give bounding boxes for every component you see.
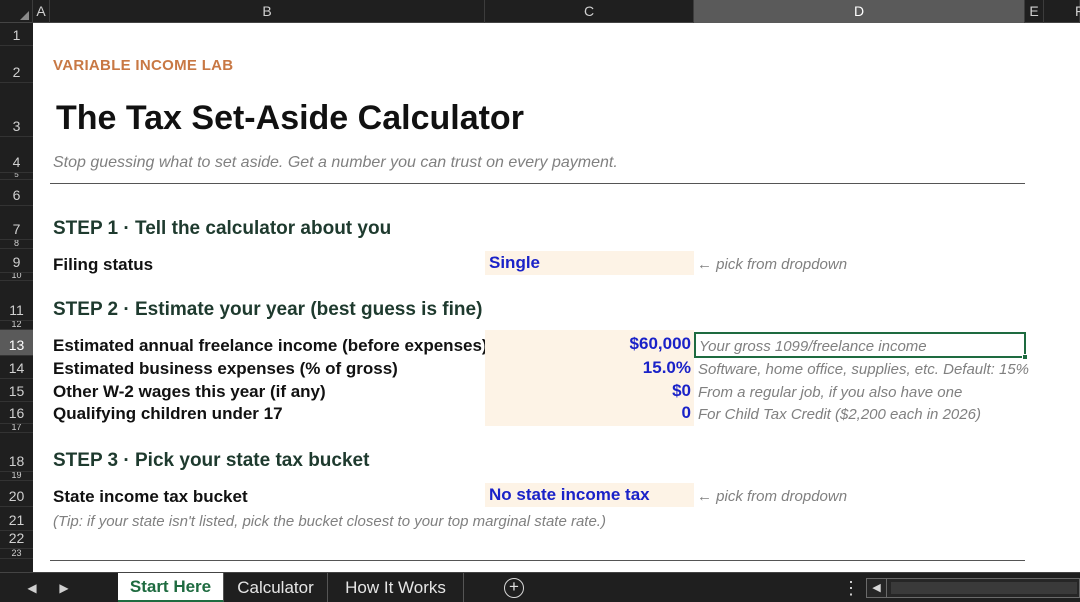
freelance-income-label: Estimated annual freelance income (befor…	[53, 336, 485, 355]
row-header-selected[interactable]: 13	[0, 330, 33, 356]
step1-heading: STEP 1 · Tell the calculator about you	[53, 218, 392, 239]
column-header-b[interactable]: B	[50, 0, 485, 23]
fill-handle[interactable]	[1022, 354, 1028, 360]
row-header[interactable]: 6	[0, 180, 33, 206]
page-subtitle: Stop guessing what to set aside. Get a n…	[53, 154, 618, 171]
row-header[interactable]: 8	[0, 240, 33, 249]
brand-label: VARIABLE INCOME LAB	[53, 57, 234, 74]
column-header-c[interactable]: C	[485, 0, 694, 23]
row-header[interactable]: 9	[0, 249, 33, 273]
step3-heading: STEP 3 · Pick your state tax bucket	[53, 450, 370, 471]
children-label: Qualifying children under 17	[53, 404, 283, 423]
children-hint: For Child Tax Credit ($2,200 each in 202…	[698, 406, 981, 423]
more-options-icon[interactable]: ⋮	[842, 573, 860, 602]
business-expenses-hint: Software, home office, supplies, etc. De…	[698, 361, 1030, 378]
freelance-income-input[interactable]: $60,000	[485, 332, 694, 356]
filing-status-label: Filing status	[53, 255, 154, 274]
horizontal-scrollbar[interactable]: ◀	[866, 578, 1080, 598]
business-expenses-input[interactable]: 15.0%	[485, 356, 694, 379]
column-header-bar: A B C D E F	[0, 0, 1080, 23]
column-header-a[interactable]: A	[33, 0, 50, 23]
column-header-e[interactable]: E	[1025, 0, 1044, 23]
page-title: The Tax Set-Aside Calculator	[56, 99, 524, 137]
row-header[interactable]: 21	[0, 507, 33, 531]
row-header[interactable]: 5	[0, 173, 33, 180]
tab-calculator[interactable]: Calculator	[224, 573, 328, 602]
sheet-tab-bar: ◀ ▶ Start Here Calculator How It Works +…	[0, 572, 1080, 602]
row-header[interactable]: 22	[0, 531, 33, 549]
next-sheet-icon[interactable]: ▶	[52, 573, 76, 602]
scrollbar-thumb[interactable]	[891, 582, 1077, 594]
row-header[interactable]: 20	[0, 481, 33, 507]
state-tip: (Tip: if your state isn't listed, pick t…	[53, 513, 606, 530]
row-header[interactable]: 15	[0, 379, 33, 402]
row-header[interactable]: 3	[0, 83, 33, 137]
select-all-corner[interactable]	[0, 0, 33, 23]
children-input[interactable]: 0	[485, 402, 694, 424]
state-bucket-label: State income tax bucket	[53, 487, 248, 506]
w2-wages-label: Other W-2 wages this year (if any)	[53, 382, 326, 401]
business-expenses-label: Estimated business expenses (% of gross)	[53, 359, 398, 378]
row-header[interactable]: 7	[0, 206, 33, 240]
row-header[interactable]: 18	[0, 433, 33, 472]
row-header[interactable]: 12	[0, 321, 33, 330]
row-header[interactable]: 10	[0, 273, 33, 281]
row-header[interactable]: 2	[0, 46, 33, 83]
tab-start-here[interactable]: Start Here	[118, 573, 224, 602]
scroll-left-icon[interactable]: ◀	[867, 579, 887, 597]
state-bucket-dropdown[interactable]: No state income tax	[485, 483, 694, 507]
row-header[interactable]: 17	[0, 424, 33, 433]
row-header[interactable]: 19	[0, 472, 33, 481]
prev-sheet-icon[interactable]: ◀	[20, 573, 44, 602]
row-header[interactable]: 1	[0, 23, 33, 46]
step2-heading: STEP 2 · Estimate your year (best guess …	[53, 299, 483, 320]
selected-cell-d13[interactable]	[694, 332, 1028, 360]
sheet-grid[interactable]: VARIABLE INCOME LAB The Tax Set-Aside Ca…	[33, 23, 1080, 572]
tab-how-it-works[interactable]: How It Works	[328, 573, 464, 602]
add-sheet-icon[interactable]: +	[504, 578, 524, 598]
row-header-bar: 1 2 3 4 5 6 7 8 9 10 11 12 13 14 15 16 1…	[0, 23, 33, 572]
column-header-d[interactable]: D	[694, 0, 1025, 23]
row-header[interactable]: 11	[0, 281, 33, 321]
filing-status-dropdown[interactable]: Single	[485, 251, 694, 275]
row-header[interactable]: 16	[0, 402, 33, 424]
divider-bottom	[50, 560, 1025, 561]
filing-status-hint: ← pick from dropdown	[697, 256, 848, 273]
row-header[interactable]: 14	[0, 356, 33, 379]
w2-wages-hint: From a regular job, if you also have one	[698, 384, 963, 401]
row-header[interactable]: 23	[0, 549, 33, 559]
w2-wages-input[interactable]: $0	[485, 379, 694, 402]
select-all-icon	[20, 11, 29, 20]
row-header[interactable]: 4	[0, 137, 33, 173]
divider-top	[50, 183, 1025, 184]
column-header-f[interactable]: F	[1044, 0, 1080, 23]
state-bucket-hint: ← pick from dropdown	[697, 488, 848, 505]
